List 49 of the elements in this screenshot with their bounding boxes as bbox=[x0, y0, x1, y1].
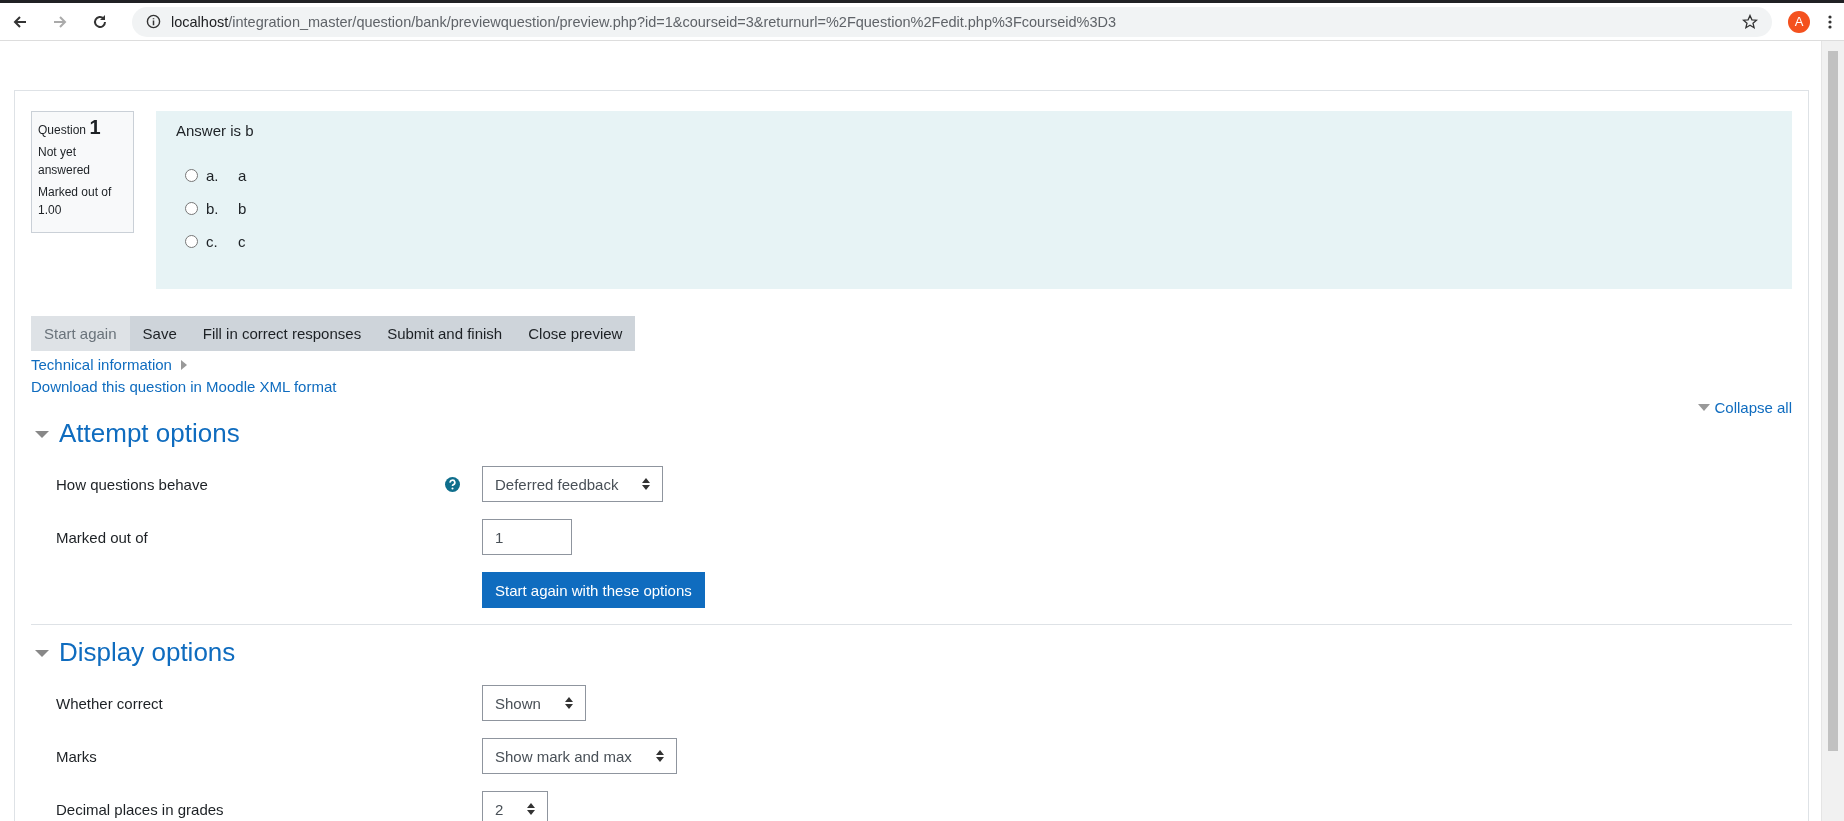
forward-icon[interactable] bbox=[52, 13, 68, 30]
sort-arrows-icon bbox=[527, 803, 536, 815]
input-field[interactable]: 1 bbox=[482, 519, 572, 555]
sort-arrows-icon bbox=[655, 750, 664, 762]
option-letter: a. bbox=[206, 167, 220, 184]
star-icon[interactable] bbox=[1742, 13, 1758, 30]
select-field[interactable]: Show mark and max bbox=[482, 738, 677, 774]
help-icon[interactable] bbox=[445, 476, 460, 492]
download-link[interactable]: Download this question in Moodle XML format bbox=[31, 378, 337, 395]
question-marks: Marked out of 1.00 bbox=[38, 184, 113, 219]
technical-information-link[interactable]: Technical information bbox=[31, 356, 172, 373]
action-button[interactable]: Save bbox=[129, 316, 190, 351]
select-field[interactable]: Deferred feedback bbox=[482, 466, 664, 502]
action-button[interactable]: Fill in correct responses bbox=[189, 316, 375, 351]
action-button[interactable]: Submit and finish bbox=[374, 316, 516, 351]
address-bar[interactable]: localhost/integration_master/question/bank/previewquestion/preview.php?id=1&courseid=3&returnurl=%2Fquestion%2Fedit.php%3Fcourseid%3D3 bbox=[132, 6, 1772, 37]
option-letter: b. bbox=[206, 200, 220, 217]
option-letter: c. bbox=[206, 233, 219, 250]
option-text: b bbox=[238, 200, 247, 217]
info-icon[interactable] bbox=[146, 14, 161, 29]
select-field[interactable]: Shown bbox=[482, 685, 586, 721]
url-text: localhost/integration_master/question/bank/previewquestion/preview.php?id=1&courseid=3&returnurl=%2Fquestion%2Fedit.php%3Fcourseid%3D3 bbox=[171, 13, 1117, 30]
field-label: Marked out of bbox=[56, 528, 148, 546]
menu-icon[interactable] bbox=[1828, 13, 1832, 30]
caret-icon[interactable] bbox=[1698, 404, 1711, 411]
scrollbar[interactable] bbox=[1821, 41, 1844, 821]
option-text: a bbox=[238, 167, 247, 184]
field-label: Decimal places in grades bbox=[56, 800, 224, 818]
sort-arrows-icon bbox=[564, 697, 573, 709]
section-heading[interactable]: Attempt options bbox=[59, 418, 240, 449]
caret-icon[interactable] bbox=[179, 359, 188, 370]
field-label: How questions behave bbox=[56, 475, 208, 493]
collapse-all-link[interactable]: Collapse all bbox=[1698, 399, 1792, 416]
question-state: Not yet answered bbox=[38, 144, 92, 179]
field-label: Marks bbox=[56, 747, 97, 765]
radio-button[interactable] bbox=[185, 202, 198, 215]
radio-button[interactable] bbox=[185, 235, 198, 248]
start-again-button[interactable]: Start again with these options bbox=[482, 572, 705, 608]
radio-button[interactable] bbox=[185, 169, 198, 182]
back-icon[interactable] bbox=[12, 13, 28, 30]
select-field[interactable]: 2 bbox=[482, 791, 549, 821]
sort-arrows-icon bbox=[642, 478, 651, 490]
field-label: Whether correct bbox=[56, 694, 163, 712]
reload-icon[interactable] bbox=[92, 13, 108, 30]
section-heading[interactable]: Display options bbox=[59, 637, 236, 668]
question-text: Answer is b bbox=[176, 122, 255, 139]
option-text: c bbox=[238, 233, 246, 250]
action-button[interactable]: Close preview bbox=[515, 316, 636, 351]
question-number: Question 1 bbox=[38, 118, 102, 139]
